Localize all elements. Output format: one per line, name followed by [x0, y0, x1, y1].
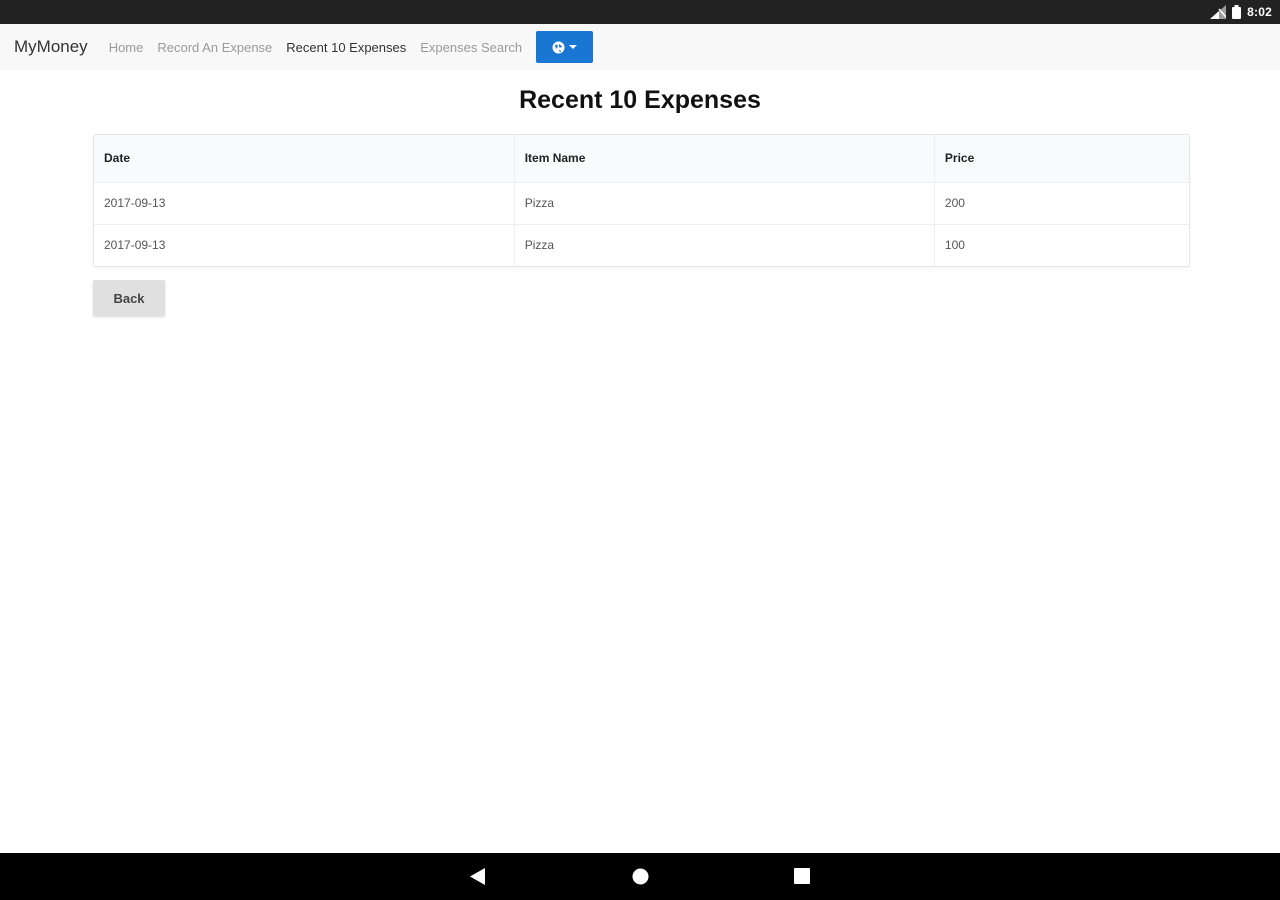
back-button[interactable]: Back: [93, 280, 165, 316]
page-title: Recent 10 Expenses: [519, 86, 761, 114]
top-navbar: MyMoney Home Record An Expense Recent 10…: [0, 24, 1280, 70]
cell-price: 200: [944, 196, 965, 210]
home-icon[interactable]: [632, 868, 649, 885]
brand-logo[interactable]: MyMoney: [14, 37, 88, 57]
nav-link-record-expense[interactable]: Record An Expense: [157, 40, 272, 55]
status-time: 8:02: [1247, 5, 1272, 19]
cell-item-name: Pizza: [514, 224, 935, 266]
table-row: 2017-09-13 Pizza 100: [94, 224, 1189, 266]
expenses-table: Date Item Name Price 2017-09-13 Pizza 20…: [93, 134, 1190, 267]
back-icon[interactable]: [470, 868, 486, 885]
table-row: 2017-09-13 Pizza 200: [94, 182, 1189, 224]
column-header-date: Date: [94, 135, 515, 182]
cell-date: 2017-09-13: [94, 224, 515, 266]
recents-icon[interactable]: [794, 868, 810, 884]
cell-price: 100: [944, 238, 965, 253]
chevron-down-icon: [569, 45, 578, 49]
nav-link-expenses-search[interactable]: Expenses Search: [420, 40, 522, 55]
system-navigation-bar: [0, 853, 1280, 900]
table-header-row: Date Item Name Price: [94, 135, 1189, 182]
column-header-price: Price: [944, 151, 975, 166]
nav-link-recent-expenses[interactable]: Recent 10 Expenses: [286, 40, 406, 55]
signal-icon: [1210, 5, 1227, 19]
status-bar: 8:02: [0, 0, 1280, 24]
language-dropdown-button[interactable]: [536, 31, 594, 63]
cell-date: 2017-09-13: [94, 182, 515, 224]
nav-link-home[interactable]: Home: [109, 40, 144, 55]
battery-icon: [1232, 5, 1242, 19]
globe-icon: [552, 41, 565, 53]
cell-item-name: Pizza: [514, 182, 935, 224]
column-header-item-name: Item Name: [514, 135, 935, 182]
